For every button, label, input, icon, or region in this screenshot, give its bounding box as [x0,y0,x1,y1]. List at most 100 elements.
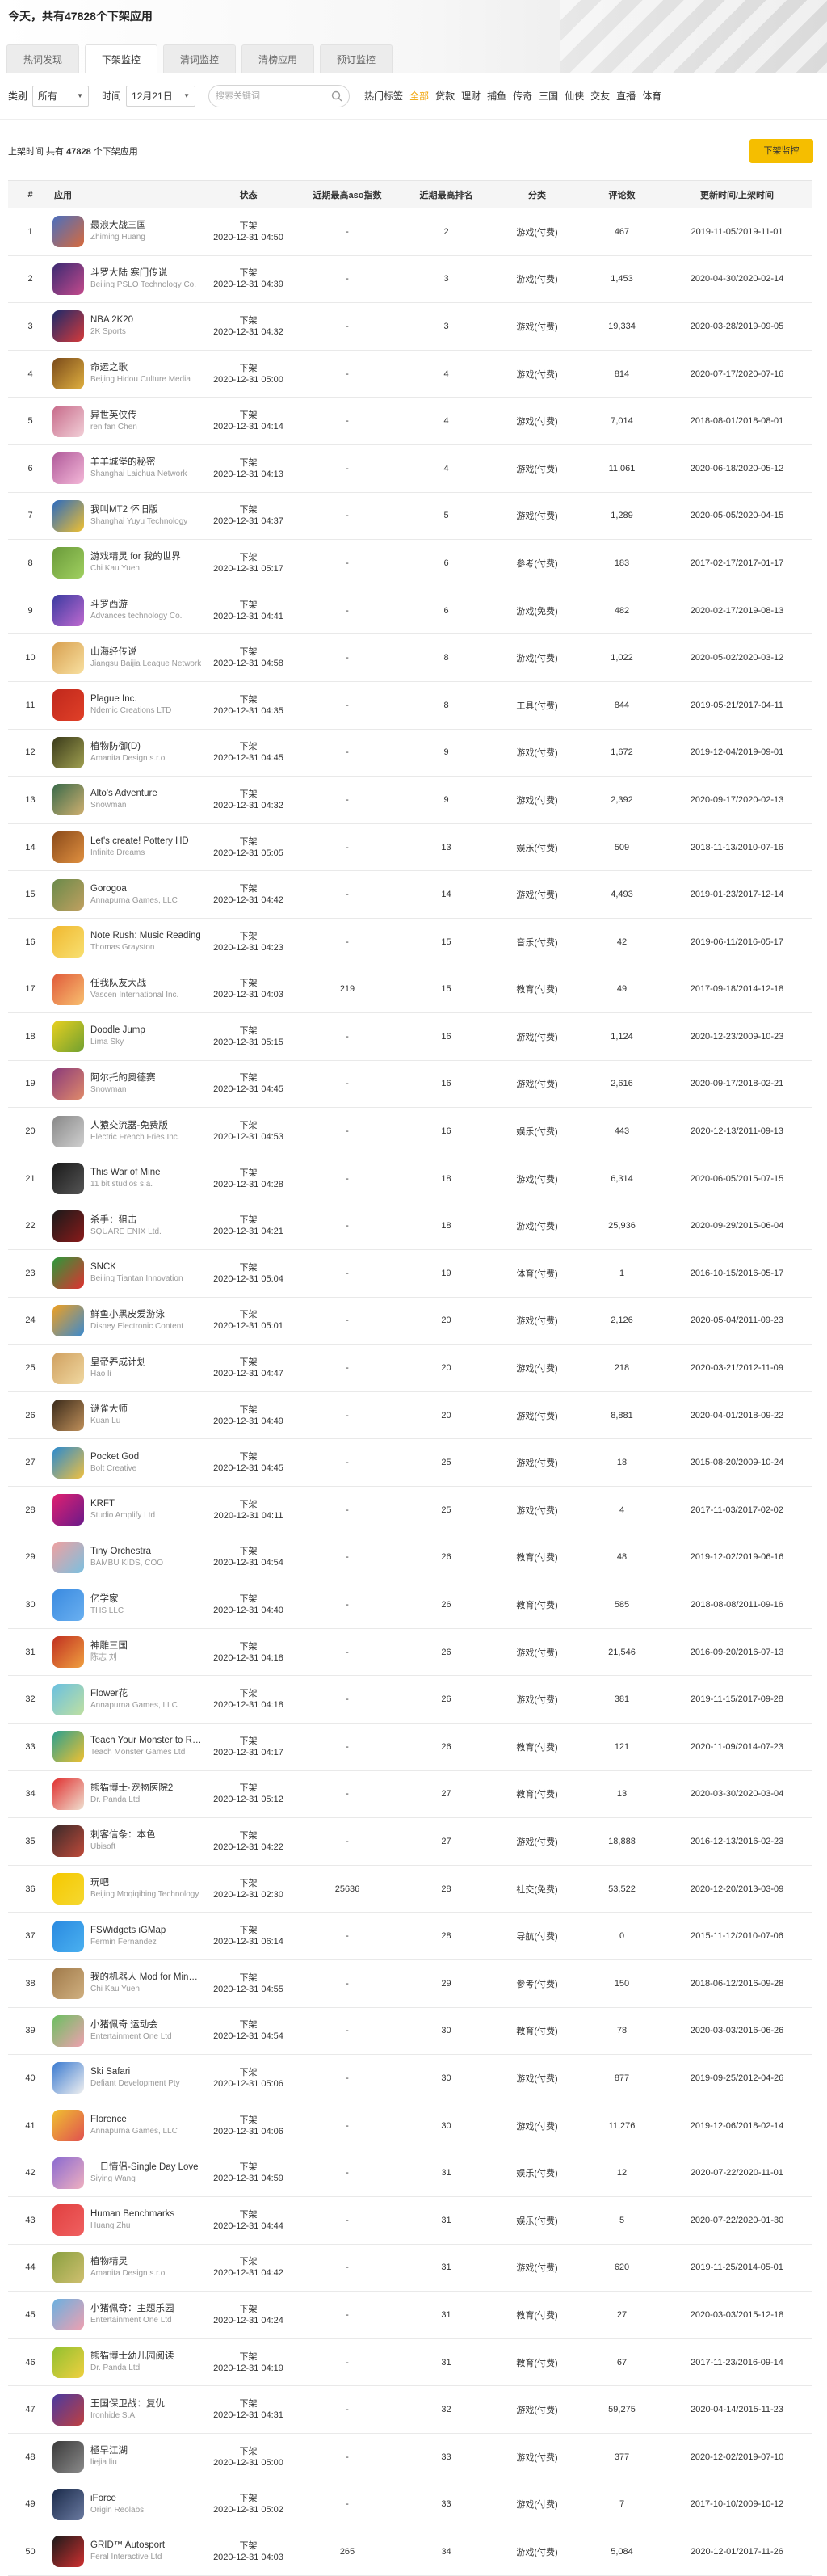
table-row[interactable]: 2 斗罗大陆 寒门传说 Beijing PSLO Technology Co. 下架 2… [8,256,812,304]
column-header[interactable]: 状态 [202,188,295,201]
app-icon[interactable] [52,1210,84,1242]
app-name[interactable]: 刺客信条：本色 [90,1829,156,1842]
table-row[interactable]: 26 谜雀大师 Kuan Lu 下架 2020-12-31 04:49 - 20 游戏(付费)… [8,1392,812,1440]
app-name[interactable]: 阿尔托的奥德赛 [90,1072,156,1084]
app-name[interactable]: 斗罗西游 [90,599,182,611]
table-row[interactable]: 8 游戏精灵 for 我的世界 Chi Kau Yuen 下架 2020-12-31 0… [8,540,812,587]
app-icon[interactable] [52,1494,84,1526]
table-row[interactable]: 6 羊羊城堡的秘密 Shanghai Laichua Network 下架 2020-1… [8,445,812,493]
app-name[interactable]: 游戏精灵 for 我的世界 [90,551,181,563]
table-row[interactable]: 13 Alto's Adventure Snowman 下架 2020-12-31 04… [8,777,812,824]
table-row[interactable]: 22 杀手：狙击 SQUARE ENIX Ltd. 下架 2020-12-31 04:2… [8,1202,812,1251]
table-row[interactable]: 1 最浪大战三国 Zhiming Huang 下架 2020-12-31 04:50 - 2… [8,208,812,256]
app-name[interactable]: 我的机器人 Mod for Minecraft [90,1972,202,1984]
category-filter-6[interactable]: 传奇 [513,89,532,103]
tab-4[interactable]: 清榜应用 [241,44,314,73]
app-icon[interactable] [52,452,84,485]
table-row[interactable]: 28 KRFT Studio Amplify Ltd 下架 2020-12-31 04:… [8,1487,812,1534]
table-row[interactable]: 47 王国保卫战：复仇 Ironhide S.A. 下架 2020-12-31 04:3… [8,2386,812,2434]
table-row[interactable]: 9 斗罗西游 Advances technology Co. 下架 2020-12-31… [8,587,812,635]
app-icon[interactable] [52,1636,84,1669]
app-icon[interactable] [52,595,84,627]
app-icon[interactable] [52,784,84,816]
search-input[interactable] [216,90,332,101]
table-row[interactable]: 19 阿尔托的奥德赛 Snowman 下架 2020-12-31 04:45 - 16 游戏(… [8,1061,812,1109]
table-row[interactable]: 29 Tiny Orchestra BAMBU KIDS, COO 下架 2020-12… [8,1534,812,1582]
app-icon[interactable] [52,2110,84,2142]
app-icon[interactable] [52,1920,84,1952]
tab-1[interactable]: 热词发现 [6,44,79,73]
table-row[interactable]: 12 植物防御(D) Amanita Design s.r.o. 下架 2020-12-… [8,730,812,777]
table-row[interactable]: 5 异世英侠传 ren fan Chen 下架 2020-12-31 04:14 - 4 游戏… [8,398,812,445]
app-name[interactable]: Human Benchmarks [90,2208,174,2220]
category-filter-5[interactable]: 捕鱼 [487,89,506,103]
download-button[interactable]: 下架监控 [749,139,813,163]
type-select[interactable]: 所有 ▼ [32,85,90,107]
app-icon[interactable] [52,2441,84,2473]
table-row[interactable]: 34 熊猫博士·宠物医院2 Dr. Panda Ltd 下架 2020-12-31 05… [8,1771,812,1819]
app-icon[interactable] [52,1683,84,1715]
app-icon[interactable] [52,831,84,864]
column-header[interactable]: 分类 [493,188,581,201]
app-name[interactable]: This War of Mine [90,1167,160,1179]
category-filter-8[interactable]: 仙侠 [565,89,584,103]
table-row[interactable]: 38 我的机器人 Mod for Minecraft Chi Kau Yuen 下架 2… [8,1960,812,2008]
table-row[interactable]: 44 植物精灵 Amanita Design s.r.o. 下架 2020-12-31 … [8,2245,812,2292]
table-row[interactable]: 3 NBA 2K20 2K Sports 下架 2020-12-31 04:32 - 3 游戏… [8,303,812,351]
tab-3[interactable]: 清词监控 [163,44,236,73]
table-row[interactable]: 39 小猪佩奇 运动会 Entertainment One Ltd 下架 2020-12… [8,2008,812,2056]
app-icon[interactable] [52,2347,84,2379]
app-icon[interactable] [52,2014,84,2047]
table-row[interactable]: 7 我叫MT2 怀旧版 Shanghai Yuyu Technology 下架 2020… [8,493,812,541]
app-name[interactable]: Teach Your Monster to Read [90,1735,202,1747]
table-row[interactable]: 49 iForce Origin Reolabs 下架 2020-12-31 05:02… [8,2481,812,2529]
app-name[interactable]: 熊猫博士·宠物医院2 [90,1783,173,1795]
time-select[interactable]: 12月21日 ▼ [126,85,196,107]
table-row[interactable]: 25 皇帝养成计划 Hao li 下架 2020-12-31 04:47 - 20 游戏(付费… [8,1345,812,1392]
app-icon[interactable] [52,1067,84,1100]
app-name[interactable]: 任我队友大战 [90,978,178,990]
app-name[interactable]: 我叫MT2 怀旧版 [90,504,187,516]
table-row[interactable]: 15 Gorogoa Annapurna Games, LLC 下架 2020-12-3… [8,871,812,919]
category-filter-7[interactable]: 三国 [539,89,558,103]
app-icon[interactable] [52,405,84,437]
table-row[interactable]: 17 任我队友大战 Vascen International Inc. 下架 2020-… [8,966,812,1014]
app-icon[interactable] [52,2204,84,2237]
app-name[interactable]: Alto's Adventure [90,788,157,800]
app-icon[interactable] [52,2536,84,2568]
table-row[interactable]: 33 Teach Your Monster to Read Teach Monste… [8,1724,812,1771]
table-row[interactable]: 35 刺客信条：本色 Ubisoft 下架 2020-12-31 04:22 - 27 游戏(… [8,1818,812,1866]
app-name[interactable]: 一日情侣-Single Day Love [90,2161,199,2174]
column-header[interactable]: 更新时间/上架时间 [662,188,812,201]
table-row[interactable]: 31 神雕三国 陈志 刘 下架 2020-12-31 04:18 - 26 游戏(付费) 21,… [8,1629,812,1677]
app-name[interactable]: SNCK [90,1261,183,1273]
app-name[interactable]: NBA 2K20 [90,314,133,326]
table-row[interactable]: 27 Pocket God Bolt Creative 下架 2020-12-31 04… [8,1439,812,1488]
app-icon[interactable] [52,1968,84,2000]
app-icon[interactable] [52,1021,84,1053]
app-name[interactable]: 斗罗大陆 寒门传说 [90,267,196,280]
app-name[interactable]: GRID™ Autosport [90,2540,165,2552]
column-header[interactable]: 近期最高排名 [400,188,493,201]
app-name[interactable]: Note Rush: Music Reading [90,930,201,942]
app-name[interactable]: Let's create! Pottery HD [90,836,189,848]
app-icon[interactable] [52,1400,84,1432]
app-name[interactable]: Gorogoa [90,883,178,895]
app-icon[interactable] [52,1304,84,1336]
app-name[interactable]: Ski Safari [90,2066,180,2078]
table-row[interactable]: 11 Plague Inc. Ndemic Creations LTD 下架 2020-… [8,682,812,730]
table-row[interactable]: 24 鲜鱼小黑皮爱游泳 Disney Electronic Content 下架 202… [8,1298,812,1345]
app-name[interactable]: Pocket God [90,1451,139,1463]
app-name[interactable]: 小猪佩奇：主题乐园 [90,2303,174,2315]
app-icon[interactable] [52,2062,84,2094]
category-filter-4[interactable]: 理财 [461,89,481,103]
table-row[interactable]: 45 小猪佩奇：主题乐园 Entertainment One Ltd 下架 2020-1… [8,2292,812,2339]
app-icon[interactable] [52,1446,84,1479]
app-icon[interactable] [52,1731,84,1763]
app-name[interactable]: 鲜鱼小黑皮爱游泳 [90,1309,183,1321]
app-icon[interactable] [52,358,84,390]
app-name[interactable]: Tiny Orchestra [90,1546,163,1558]
app-icon[interactable] [52,926,84,958]
app-name[interactable]: 亿学家 [90,1593,124,1606]
category-filter-1[interactable]: 热门标签 [364,89,403,103]
